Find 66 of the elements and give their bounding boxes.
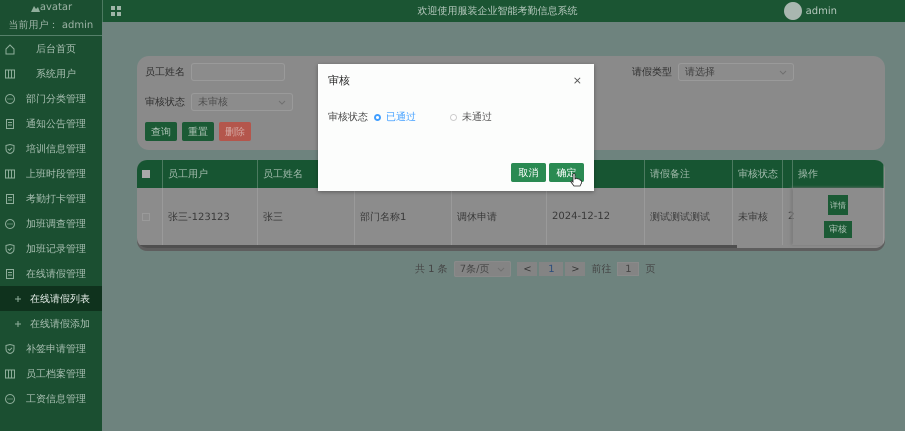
shield-icon: [4, 142, 16, 154]
radio-option[interactable]: 未通过: [450, 110, 492, 124]
columns-icon: [4, 368, 16, 380]
menu-item[interactable]: 在线请假管理: [0, 261, 102, 286]
cancel-button[interactable]: 取消: [511, 163, 546, 182]
menu-item[interactable]: 系统用户: [0, 61, 102, 86]
user-name: admin: [806, 6, 837, 16]
radio-option[interactable]: 已通过: [374, 110, 416, 124]
home-icon: [4, 42, 16, 54]
columns-icon: [4, 168, 16, 180]
chat-icon: [4, 218, 16, 230]
goto-label: 前往: [591, 262, 612, 276]
prev-page-button[interactable]: <: [517, 262, 538, 276]
chat-icon: [4, 92, 16, 104]
shield-icon: [4, 342, 16, 354]
menu-item[interactable]: 在线请假列表: [0, 286, 102, 311]
details-button[interactable]: 详情: [828, 195, 848, 215]
menu-item[interactable]: 补签申请管理: [0, 336, 102, 361]
next-page-button[interactable]: >: [565, 262, 586, 276]
menu-item[interactable]: 部门分类管理: [0, 86, 102, 111]
field-label: 请假类型: [632, 66, 672, 79]
chat-icon: [4, 392, 16, 404]
menu-item[interactable]: 后台首页: [0, 36, 102, 61]
select-all-checkbox[interactable]: [142, 170, 150, 178]
menu-item[interactable]: 在线请假添加: [0, 311, 102, 336]
page-suffix: 页: [645, 263, 656, 276]
close-button[interactable]: ×: [570, 74, 584, 87]
column-header: 请假备注: [645, 160, 733, 188]
select-field[interactable]: 未审核: [191, 93, 293, 111]
field-label: 员工姓名: [145, 66, 185, 79]
chevron-down-icon: [779, 68, 787, 76]
app-title: 欢迎使用服装企业智能考勤信息系统: [416, 4, 578, 18]
document-icon: [4, 268, 16, 280]
column-header: [783, 160, 793, 188]
select-field[interactable]: 请选择: [678, 63, 794, 81]
document-icon: [4, 192, 16, 204]
action-button[interactable]: 重置: [182, 122, 214, 141]
menu-item[interactable]: 考勤打卡管理: [0, 186, 102, 211]
goto-page-input[interactable]: 1: [617, 262, 640, 276]
avatar-alt-text: avatar: [40, 2, 72, 13]
column-header: 审核状态: [733, 160, 783, 188]
chevron-down-icon: [278, 98, 286, 106]
column-header: 操作: [793, 160, 884, 188]
columns-icon: [4, 68, 16, 80]
column-header: 员工用户: [163, 160, 258, 188]
menu-item[interactable]: 工资信息管理: [0, 386, 102, 411]
field-label: 审核状态: [145, 96, 185, 109]
field-label: 审核状态: [328, 110, 368, 124]
menu-item[interactable]: 培训信息管理: [0, 136, 102, 161]
page-size-select[interactable]: 7条/页: [454, 261, 512, 277]
menu-item[interactable]: 员工档案管理: [0, 361, 102, 386]
document-icon: [4, 118, 16, 130]
table-cell: 2: [783, 188, 793, 245]
table-cell: 未审核: [733, 188, 783, 245]
menu-icon[interactable]: [111, 6, 121, 16]
menu-item[interactable]: 加班调查管理: [0, 211, 102, 236]
current-user: 当前用户： admin: [8, 18, 94, 32]
dialog-title: 审核: [328, 73, 350, 88]
user-avatar: [784, 2, 802, 20]
review-button[interactable]: 审核: [824, 221, 852, 238]
action-button[interactable]: 查询: [145, 122, 177, 141]
menu-item[interactable]: 通知公告管理: [0, 111, 102, 136]
shield-icon: [4, 242, 16, 254]
menu-item[interactable]: 加班记录管理: [0, 236, 102, 261]
menu-item[interactable]: 上班时段管理: [0, 161, 102, 186]
total-count: 共 1 条: [415, 262, 448, 276]
